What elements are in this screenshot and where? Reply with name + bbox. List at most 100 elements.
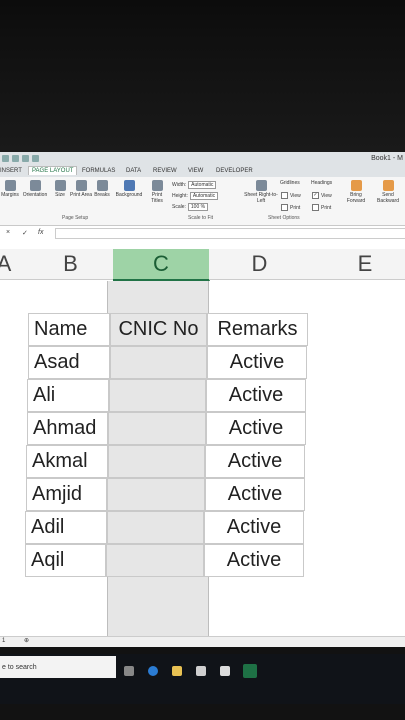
background-icon: [123, 180, 135, 191]
headings-print-checkbox[interactable]: Print: [312, 204, 331, 211]
sheet-tab-bar: 1 ⊕: [0, 636, 405, 647]
table-row-cnic[interactable]: [107, 511, 204, 544]
table-row-remarks[interactable]: Active: [204, 544, 304, 577]
formula-bar: × ✓ fx: [0, 226, 405, 242]
table-row-cnic[interactable]: [107, 478, 205, 511]
table-row-name[interactable]: Ahmad: [27, 412, 108, 445]
tab-formulas[interactable]: FORMULAS: [82, 168, 115, 174]
edge-icon[interactable]: [148, 666, 158, 676]
checkmark-icon: ✓: [312, 192, 319, 199]
undo-icon[interactable]: [12, 155, 19, 162]
sheet-options-group-label: Sheet Options: [268, 215, 300, 221]
taskbar: e to search: [0, 654, 405, 704]
checkbox-icon: [312, 204, 319, 211]
send-backward-icon: [382, 180, 394, 191]
table-row-remarks[interactable]: Active: [206, 412, 306, 445]
headings-label: Headings: [311, 180, 333, 186]
title-bar: Book1 - M: [0, 152, 405, 166]
table-row-name[interactable]: Amjid: [26, 478, 107, 511]
tab-data[interactable]: DATA: [126, 168, 141, 174]
bring-forward-icon: [350, 180, 362, 191]
save-icon[interactable]: [2, 155, 9, 162]
quick-access-toolbar: [2, 155, 39, 162]
redo-icon[interactable]: [22, 155, 29, 162]
height-control: Height: Automatic: [172, 192, 219, 200]
checkbox-icon: [281, 204, 288, 211]
tab-review[interactable]: REVIEW: [153, 168, 177, 174]
excel-icon[interactable]: [243, 664, 257, 678]
scale-control: Scale: 100 %: [172, 203, 209, 211]
fx-icon[interactable]: fx: [38, 229, 43, 236]
cancel-icon[interactable]: ×: [6, 229, 10, 236]
mail-icon[interactable]: [220, 666, 230, 676]
table-row-name[interactable]: Akmal: [26, 445, 108, 478]
size-button[interactable]: Size: [52, 180, 68, 198]
table-row-remarks[interactable]: Active: [205, 445, 305, 478]
tab-view[interactable]: VIEW: [188, 168, 203, 174]
table-row-name[interactable]: Asad: [28, 346, 110, 379]
tab-developer[interactable]: DEVELOPER: [216, 168, 253, 174]
table-row-remarks[interactable]: Active: [207, 346, 307, 379]
table-row-cnic[interactable]: [110, 346, 207, 379]
ribbon: Margins Orientation Size Print Area Brea…: [0, 177, 405, 226]
print-titles-icon: [151, 180, 163, 191]
window-title: Book1 - M: [371, 155, 403, 162]
sheet-right-to-left-button[interactable]: Sheet Right-to-Left: [244, 180, 278, 204]
column-header-b[interactable]: B: [28, 249, 114, 280]
table-row-name[interactable]: Ali: [27, 379, 109, 412]
size-icon: [54, 180, 66, 191]
table-row-name[interactable]: Adil: [25, 511, 107, 544]
gridlines-view-checkbox[interactable]: View: [281, 192, 301, 199]
taskbar-search-input[interactable]: e to search: [0, 656, 116, 678]
send-backward-button[interactable]: Send Backward: [371, 180, 405, 204]
table-row-cnic[interactable]: [108, 445, 205, 478]
bring-forward-button[interactable]: Bring Forward: [341, 180, 371, 204]
margins-icon: [4, 180, 16, 191]
add-sheet-icon[interactable]: ⊕: [24, 637, 29, 644]
print-area-icon: [75, 180, 87, 191]
scale-to-fit-group-label: Scale to Fit: [188, 215, 214, 221]
table-row-remarks[interactable]: Active: [204, 511, 304, 544]
orientation-button[interactable]: Orientation: [20, 180, 50, 198]
breaks-icon: [96, 180, 108, 191]
table-row-cnic[interactable]: [106, 544, 204, 577]
background-button[interactable]: Background: [112, 180, 146, 198]
print-icon[interactable]: [32, 155, 39, 162]
tab-insert[interactable]: INSERT: [0, 168, 22, 174]
print-titles-button[interactable]: Print Titles: [147, 180, 167, 204]
background-dark-area: [0, 0, 405, 152]
height-select[interactable]: Automatic: [189, 192, 219, 200]
column-header-c[interactable]: C: [113, 249, 210, 281]
header-cnic[interactable]: CNIC No: [110, 313, 207, 346]
task-view-icon[interactable]: [124, 666, 134, 676]
column-header-e[interactable]: E: [310, 249, 405, 280]
sheet-tab[interactable]: 1: [2, 638, 5, 644]
formula-input[interactable]: [55, 228, 405, 239]
header-remarks[interactable]: Remarks: [207, 313, 308, 346]
table-row-remarks[interactable]: Active: [206, 379, 306, 412]
print-area-button[interactable]: Print Area: [70, 180, 92, 198]
gridlines-label: Gridlines: [280, 180, 300, 186]
table-row-name[interactable]: Aqil: [25, 544, 106, 577]
column-header-d[interactable]: D: [209, 249, 311, 280]
page-setup-group-label: Page Setup: [62, 215, 89, 221]
checkbox-icon: [281, 192, 288, 199]
store-icon[interactable]: [196, 666, 206, 676]
table-row-cnic[interactable]: [109, 379, 206, 412]
table-row-remarks[interactable]: Active: [205, 478, 305, 511]
gridlines-print-checkbox[interactable]: Print: [281, 204, 300, 211]
tab-page-layout[interactable]: PAGE LAYOUT: [28, 166, 78, 175]
spreadsheet-grid[interactable]: A B C D E Name CNIC No Remarks Asad Acti…: [0, 241, 405, 636]
margins-button[interactable]: Margins: [0, 180, 20, 198]
orientation-icon: [29, 180, 41, 191]
scale-input[interactable]: 100 %: [187, 203, 209, 211]
breaks-button[interactable]: Breaks: [93, 180, 111, 198]
table-row-cnic[interactable]: [108, 412, 206, 445]
file-explorer-icon[interactable]: [172, 666, 182, 676]
enter-icon[interactable]: ✓: [22, 229, 28, 237]
column-header-a[interactable]: A: [0, 249, 29, 280]
headings-view-checkbox[interactable]: ✓ View: [312, 192, 332, 199]
width-control: Width: Automatic: [172, 181, 217, 189]
header-name[interactable]: Name: [28, 313, 110, 346]
width-select[interactable]: Automatic: [188, 181, 217, 189]
